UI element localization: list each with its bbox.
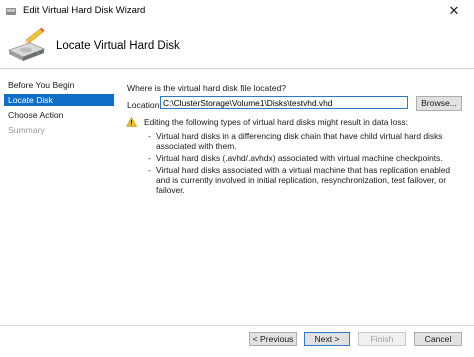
browse-button[interactable]: Browse... [416, 96, 462, 111]
wizard-steps: Before You Begin Locate Disk Choose Acti… [0, 69, 116, 325]
warning-icon [126, 117, 137, 127]
step-summary: Summary [8, 125, 45, 135]
previous-button[interactable]: < Previous [249, 332, 297, 346]
page-title: Locate Virtual Hard Disk [56, 40, 180, 52]
location-label: Location: [127, 100, 162, 110]
location-question: Where is the virtual hard disk file loca… [127, 83, 287, 93]
window-title: Edit Virtual Hard Disk Wizard [23, 5, 146, 16]
bullet-text: Virtual hard disks (.avhd/.avhdx) associ… [156, 153, 443, 163]
step-before-you-begin[interactable]: Before You Begin [4, 79, 114, 91]
wizard-footer: < Previous Next > Finish Cancel [0, 326, 474, 357]
location-input[interactable] [160, 96, 408, 109]
disk-app-icon [6, 8, 16, 15]
hard-disk-pencil-icon [8, 27, 45, 61]
bullet-dash: - [148, 153, 151, 163]
bullet-text: Virtual hard disks associated with a vir… [156, 165, 451, 195]
title-bar: Edit Virtual Hard Disk Wizard ✕ [0, 0, 474, 22]
bullet-text: Virtual hard disks in a differencing dis… [156, 131, 443, 151]
main-content: Where is the virtual hard disk file loca… [120, 69, 474, 325]
bullet-dash: - [148, 131, 151, 141]
next-button[interactable]: Next > [304, 332, 350, 346]
warning-text: Editing the following types of virtual h… [144, 117, 408, 127]
wizard-header: Locate Virtual Hard Disk [0, 22, 474, 68]
finish-button: Finish [358, 332, 406, 346]
cancel-button[interactable]: Cancel [414, 332, 462, 346]
bullet-dash: - [148, 165, 151, 175]
step-choose-action[interactable]: Choose Action [4, 109, 114, 121]
close-icon[interactable]: ✕ [434, 0, 474, 22]
step-locate-disk[interactable]: Locate Disk [4, 94, 114, 106]
